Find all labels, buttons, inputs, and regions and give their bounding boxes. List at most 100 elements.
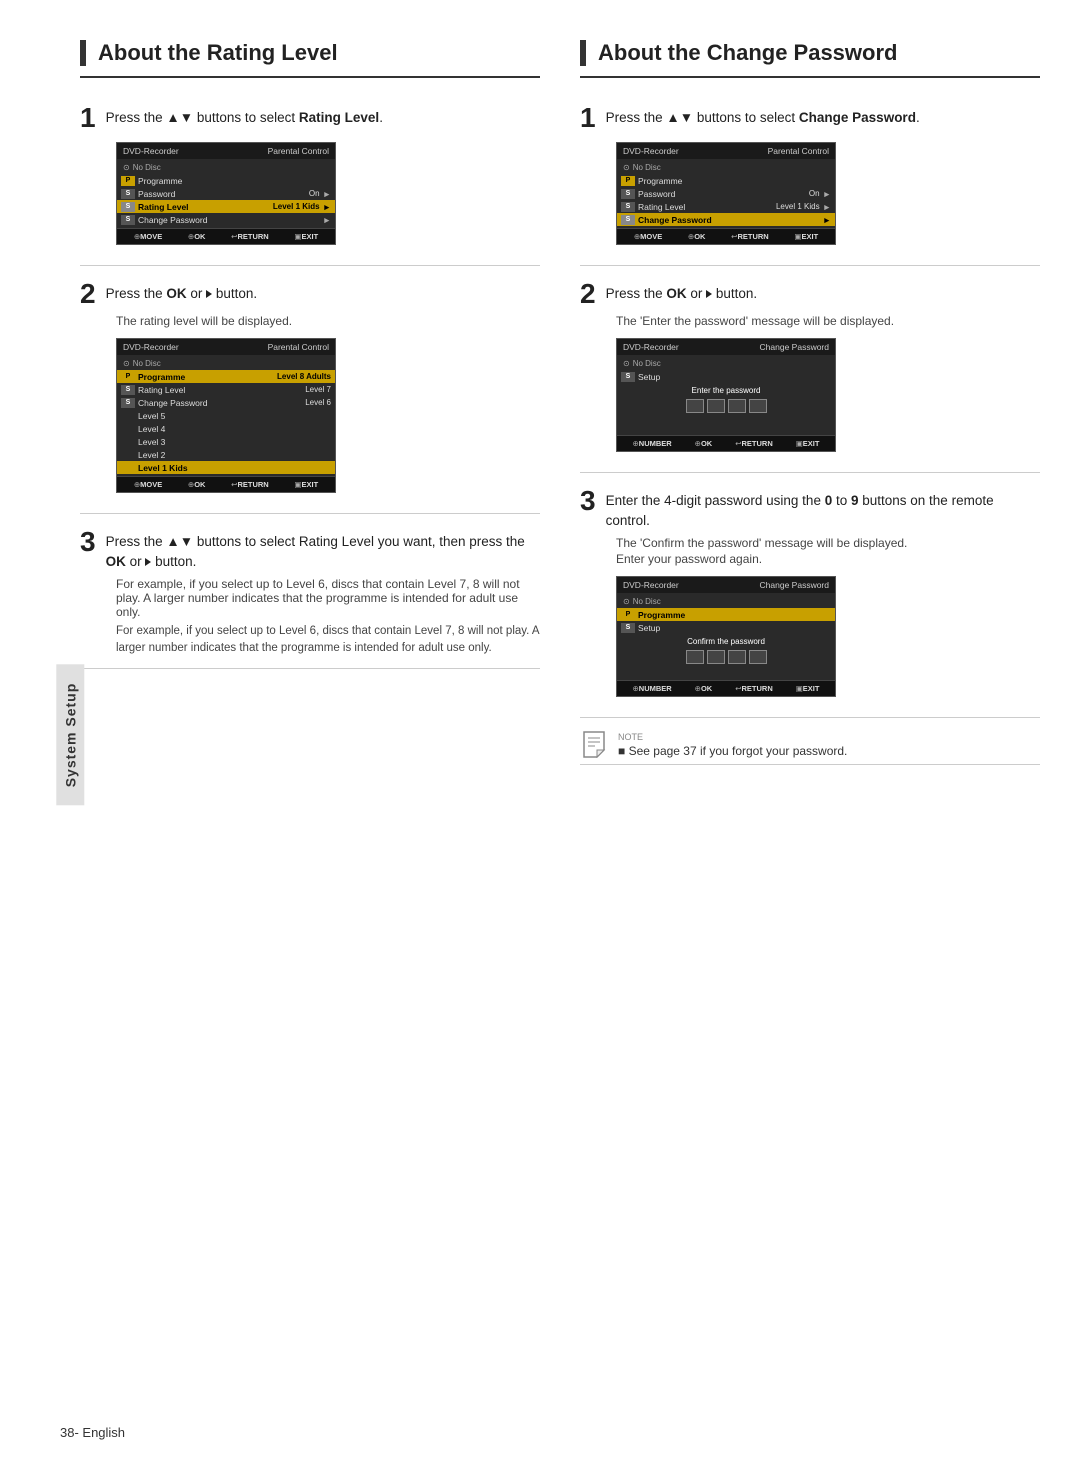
no-disc-row-2: ⊙ No Disc — [117, 357, 335, 370]
screen-header-left: DVD-Recorder — [123, 146, 179, 156]
right-title-bar-icon — [580, 40, 586, 66]
note-icon — [580, 730, 608, 758]
right-footer1-ok: ⊕OK — [688, 232, 706, 241]
right-screen2-body: ⊙ No Disc S Setup Enter the password — [617, 355, 835, 435]
level5: Level 5 — [121, 411, 331, 421]
right-step3-subtext1: The 'Confirm the password' message will … — [616, 536, 1040, 550]
right-step3-text: Enter the 4-digit password using the 0 t… — [606, 487, 1040, 530]
level1-row: Level 1 Kids — [117, 461, 335, 474]
prog-icon-2: P — [121, 372, 135, 382]
right-footer2-num: ⊕NUMBER — [632, 439, 671, 448]
level2: Level 2 — [121, 450, 331, 460]
right-screen3-header-right: Change Password — [760, 580, 829, 590]
changepw-label: Change Password — [138, 215, 320, 225]
note-block: NOTE ■ See page 37 if you forgot your pa… — [580, 718, 1040, 765]
right-screen1-body: ⊙ No Disc P Programme S Password On ► — [617, 159, 835, 228]
level4-row: Level 4 — [117, 422, 335, 435]
right-pw-value: On — [809, 189, 820, 198]
screen-header: DVD-Recorder Parental Control — [117, 143, 335, 159]
level3-row: Level 3 — [117, 435, 335, 448]
password-arrow: ► — [323, 189, 331, 199]
right-screen1-footer: ⊕MOVE ⊕OK ↩RETURN ▣EXIT — [617, 228, 835, 244]
left-column: About the Rating Level 1 Press the ▲▼ bu… — [80, 40, 540, 765]
pw-boxes — [617, 396, 835, 417]
rating-label: Rating Level — [138, 202, 273, 212]
system-setup-tab: System Setup — [56, 665, 84, 806]
right-step-1: 1 Press the ▲▼ buttons to select Change … — [580, 90, 1040, 266]
right-step-3: 3 Enter the 4-digit password using the 0… — [580, 473, 1040, 718]
pw-box-1 — [686, 399, 704, 413]
left-step3-subtext: For example, if you select up to Level 6… — [116, 577, 540, 619]
right-footer2-ok: ⊕OK — [695, 439, 713, 448]
confirm-pw-box-1 — [686, 650, 704, 664]
left-step3-header: 3 Press the ▲▼ buttons to select Rating … — [80, 528, 540, 571]
right-setup-label-2: Setup — [638, 372, 831, 382]
pw-box-3 — [728, 399, 746, 413]
left-section-title: About the Rating Level — [80, 40, 540, 78]
footer2-ok: ⊕OK — [188, 480, 206, 489]
dvd-screen-right-3: DVD-Recorder Change Password ⊙ No Disc P… — [616, 576, 836, 697]
right-rating-label: Rating Level — [638, 202, 776, 212]
rating-label-2: Rating Level — [138, 385, 305, 395]
note-label: NOTE — [618, 732, 847, 742]
step3-detail: For example, if you select up to Level 6… — [116, 623, 540, 658]
right-screen1-header-left: DVD-Recorder — [623, 146, 679, 156]
right-rating-icon: S — [621, 202, 635, 212]
right-step3-header: 3 Enter the 4-digit password using the 0… — [580, 487, 1040, 530]
right-column: About the Change Password 1 Press the ▲▼… — [580, 40, 1040, 765]
right-screen3-body: ⊙ No Disc P Programme S Setup Confirm th… — [617, 593, 835, 680]
right-setup-icon-2: S — [621, 372, 635, 382]
right-setup-row-3: S Setup — [617, 621, 835, 634]
footer-exit: ▣EXIT — [294, 232, 318, 241]
right-footer2-exit: ▣EXIT — [796, 439, 820, 448]
footer-move: ⊕MOVE — [134, 232, 162, 241]
right-screen2-header-left: DVD-Recorder — [623, 342, 679, 352]
right-prog-icon: P — [621, 176, 635, 186]
right-section-title: About the Change Password — [580, 40, 1040, 78]
left-step2-header: 2 Press the OK or button. — [80, 280, 540, 308]
right-setup-icon-3: S — [621, 623, 635, 633]
rating-level-row: S Rating Level Level 1 Kids ► — [117, 200, 335, 213]
footer2-move: ⊕MOVE — [134, 480, 162, 489]
confirm-pw-box-3 — [728, 650, 746, 664]
change-pw-row: S Change Password ► — [117, 213, 335, 226]
title-bar-icon — [80, 40, 86, 66]
confirm-pw-boxes — [617, 647, 835, 668]
right-footer1-exit: ▣EXIT — [794, 232, 818, 241]
level3: Level 3 — [121, 437, 331, 447]
right-setup-row-2: S Setup — [617, 370, 835, 383]
right-password-row: S Password On ► — [617, 187, 835, 200]
right-footer3-return: ↩RETURN — [735, 684, 773, 693]
screen-body: ⊙ No Disc P Programme S Password On ► — [117, 159, 335, 228]
right-footer3-ok: ⊕OK — [695, 684, 713, 693]
pw-box-4 — [749, 399, 767, 413]
password-label: Password — [138, 189, 309, 199]
right-footer1-move: ⊕MOVE — [634, 232, 662, 241]
left-step1-header: 1 Press the ▲▼ buttons to select Rating … — [80, 104, 540, 132]
screen2-footer: ⊕MOVE ⊕OK ↩RETURN ▣EXIT — [117, 476, 335, 492]
screen2-body: ⊙ No Disc P Programme Level 8 Adults S R… — [117, 355, 335, 476]
programme-row: P Programme — [117, 174, 335, 187]
right-step2-text: Press the OK or button. — [606, 280, 758, 304]
right-screen1-header: DVD-Recorder Parental Control — [617, 143, 835, 159]
right-changepw-arrow: ► — [823, 215, 831, 225]
right-step-number-1: 1 — [580, 104, 596, 132]
changepw-icon: S — [121, 215, 135, 225]
dvd-screen-left-2: DVD-Recorder Parental Control ⊙ No Disc … — [116, 338, 336, 493]
right-screen3-header: DVD-Recorder Change Password — [617, 577, 835, 593]
prog-label-2: Programme — [138, 372, 235, 382]
footer-return: ↩RETURN — [231, 232, 269, 241]
password-value: On — [309, 189, 320, 198]
note-content: NOTE ■ See page 37 if you forgot your pa… — [618, 730, 847, 758]
changepw-label-2: Change Password — [138, 398, 305, 408]
left-step2-text: Press the OK or button. — [106, 280, 258, 304]
confirm-pw-box-2 — [707, 650, 725, 664]
right-rating-arrow: ► — [823, 202, 831, 212]
programme-row-2: P Programme Level 8 Adults — [117, 370, 335, 383]
level6: Level 6 — [305, 398, 331, 407]
no-disc-row: ⊙ No Disc — [117, 161, 335, 174]
right-step-2: 2 Press the OK or button. The 'Enter the… — [580, 266, 1040, 473]
right-pw-icon: S — [621, 189, 635, 199]
right-screen-3: DVD-Recorder Change Password ⊙ No Disc P… — [616, 576, 1040, 697]
right-title-text: About the Change Password — [598, 40, 897, 66]
